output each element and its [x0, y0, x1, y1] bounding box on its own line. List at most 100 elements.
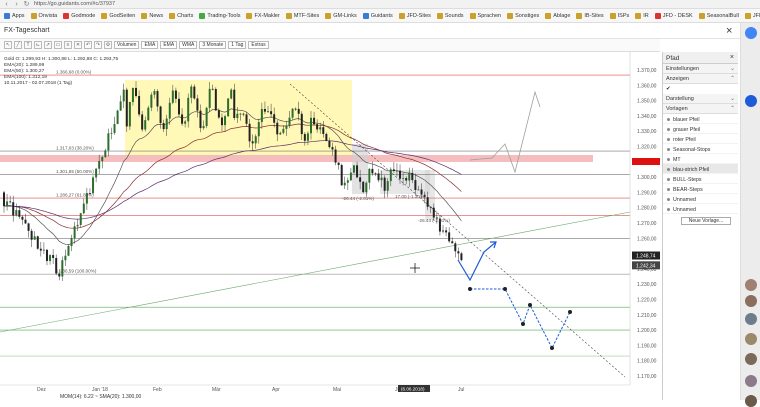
settings-icon[interactable]: ⚙	[104, 41, 112, 49]
bookmark-item[interactable]: Ablage	[545, 12, 570, 19]
candle-body	[184, 121, 187, 124]
template-item[interactable]: Seasonal-Stops	[663, 144, 738, 154]
candle-body	[325, 133, 328, 141]
avatar[interactable]	[745, 295, 757, 307]
new-template-button[interactable]: Neue Vorlage...	[681, 217, 731, 225]
bookmark-item[interactable]: GodSeiten	[101, 12, 135, 19]
close-icon[interactable]: ×	[726, 25, 732, 37]
avatar[interactable]	[745, 313, 757, 325]
undo-icon[interactable]: ↶	[84, 41, 92, 49]
bookmark-item[interactable]: GM-Links	[325, 12, 357, 19]
toolbar-button[interactable]: EMA	[160, 41, 178, 49]
toolbar-button[interactable]: Extras	[248, 41, 269, 49]
dashed-trendline[interactable]	[289, 83, 626, 378]
candle-body	[349, 172, 352, 181]
template-item[interactable]: grauer Pfeil	[663, 124, 738, 134]
bookmark-item[interactable]: Guidants	[362, 12, 393, 19]
candle-body	[30, 230, 33, 240]
path-node[interactable]	[468, 287, 472, 291]
section-darstellung[interactable]: Darstellung ⌄	[663, 94, 738, 104]
bookmark-item[interactable]: Apps	[4, 12, 25, 19]
bookmark-item[interactable]: ISPs	[609, 12, 629, 19]
bookmark-item[interactable]: MTF-Sites	[285, 12, 319, 19]
notification-badge[interactable]	[745, 95, 757, 107]
bookmark-item[interactable]: Trading-Tools	[199, 12, 240, 19]
back-icon[interactable]: ‹	[3, 1, 10, 8]
path-node[interactable]	[521, 322, 525, 326]
fib-tool-icon[interactable]: ≡	[64, 41, 72, 49]
bookmark-item[interactable]: News	[141, 12, 163, 19]
redo-icon[interactable]: ↷	[94, 41, 102, 49]
line-tool-icon[interactable]: ╱	[14, 41, 22, 49]
toolbar-button[interactable]: Volumen	[114, 41, 140, 49]
bookmark-icon	[141, 12, 148, 19]
section-vorlagen[interactable]: Vorlagen ⌃	[663, 104, 738, 114]
price-chart[interactable]: 1.366,68 (0.00%) 1.317,03 (38.20%) 1.301,6…	[0, 52, 660, 400]
avatar[interactable]	[745, 333, 757, 345]
close-icon[interactable]: ×	[730, 54, 734, 61]
candle-body	[187, 97, 190, 122]
extension-icon[interactable]	[745, 27, 757, 39]
reload-icon[interactable]: ↻	[23, 1, 30, 8]
template-item[interactable]: BEAR-Steps	[663, 184, 738, 194]
candle-body	[42, 249, 45, 251]
extension-sidebar	[740, 23, 760, 407]
bookmark-item[interactable]: SeasonalBull	[698, 12, 739, 19]
bookmark-item[interactable]: IR	[635, 12, 649, 19]
dashed-projection-path[interactable]	[470, 288, 571, 350]
template-item[interactable]: roter Pfeil	[663, 134, 738, 144]
bookmark-item[interactable]: JFD - DESK	[654, 12, 693, 19]
toolbar-button[interactable]: WMA	[179, 41, 198, 49]
toolbar-button[interactable]: EMA	[141, 41, 159, 49]
avatar[interactable]	[745, 395, 757, 407]
avatar[interactable]	[745, 375, 757, 387]
resistance-zone[interactable]	[0, 155, 593, 162]
candle-body	[58, 273, 61, 277]
candle-body	[150, 94, 153, 108]
y-tick-label: 1.260,00	[637, 236, 657, 242]
candle-body	[402, 178, 405, 179]
candle-body	[174, 90, 177, 99]
section-einstellungen[interactable]: Einstellungen ⌄	[663, 64, 738, 74]
template-item[interactable]: Unnamed	[663, 204, 738, 214]
toolbar-button[interactable]: 1 Tag	[228, 41, 247, 49]
bookmark-item[interactable]: Godmode	[63, 12, 95, 19]
template-item[interactable]: MT	[663, 154, 738, 164]
cursor-icon[interactable]: ↖	[4, 41, 12, 49]
bookmark-item[interactable]: Sonstiges	[507, 12, 539, 19]
bookmark-item[interactable]: FX-Makler	[246, 12, 280, 19]
text-tool-icon[interactable]: T	[24, 41, 32, 49]
path-node[interactable]	[503, 287, 507, 291]
avatar[interactable]	[745, 279, 757, 291]
bookmark-item[interactable]: JFD-Sites	[398, 12, 431, 19]
path-node[interactable]	[568, 310, 572, 314]
path-node[interactable]	[528, 303, 532, 307]
bookmark-item[interactable]: IB-Sites	[576, 12, 604, 19]
bookmark-item[interactable]: Charts	[169, 12, 193, 19]
show-checkbox[interactable]: ✔	[663, 84, 738, 94]
bookmark-item[interactable]: Sprachen	[469, 12, 501, 19]
candle-body	[199, 110, 202, 129]
template-item[interactable]: Unnamed	[663, 194, 738, 204]
url-field[interactable]: https://go.guidants.com/#c/37937	[34, 1, 234, 7]
template-item[interactable]: blau-strich Pfeil	[663, 164, 738, 174]
forward-icon[interactable]: ›	[13, 1, 20, 8]
template-item[interactable]: blauer Pfeil	[663, 114, 738, 124]
arrow-tool-icon[interactable]: ➚	[44, 41, 52, 49]
template-item[interactable]: BULL-Steps	[663, 174, 738, 184]
bookmark-item[interactable]: JFD - YouTube	[744, 12, 760, 19]
candle-body	[254, 136, 257, 144]
avatar[interactable]	[745, 353, 757, 365]
candle-body	[242, 113, 245, 115]
legend-line: EMA(100): 1.312,19	[4, 74, 47, 80]
bookmark-item[interactable]: Sounds	[436, 12, 464, 19]
toolbar-button[interactable]: 3 Monate	[199, 41, 227, 49]
delete-icon[interactable]: ✕	[74, 41, 82, 49]
measure-icon[interactable]: ⊾	[34, 41, 42, 49]
section-anzeigen[interactable]: Anzeigen ⌃	[663, 74, 738, 84]
range-zone[interactable]	[125, 80, 352, 156]
measure-label: 17.00 (-1.30%)	[395, 194, 426, 199]
shape-tool-icon[interactable]: ▭	[54, 41, 62, 49]
path-node[interactable]	[550, 346, 554, 350]
bookmark-item[interactable]: Onvista	[30, 12, 57, 19]
